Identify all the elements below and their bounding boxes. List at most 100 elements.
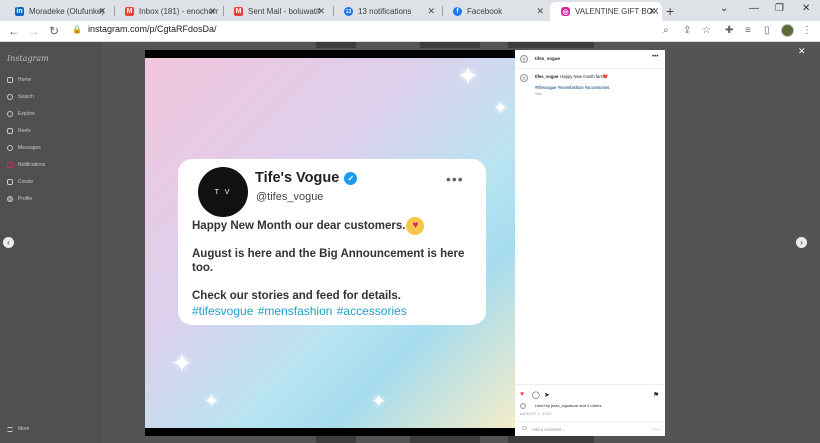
close-tab-icon[interactable]: ✕ bbox=[98, 6, 106, 17]
sparkle-icon: ✦ bbox=[204, 391, 220, 411]
tab-title: Inbox (181) - enochom bbox=[139, 7, 218, 16]
post-image[interactable]: ✦ ✦ ✦ ✦ ✦ T V Tife's Vogue ✓ @tifes_vogue… bbox=[145, 58, 515, 428]
share-icon[interactable]: ⇪ bbox=[683, 25, 691, 36]
browser-tab[interactable]: M Inbox (181) - enochom ✕ bbox=[114, 2, 222, 21]
nav-label: Home bbox=[18, 77, 32, 83]
nav-search[interactable]: Search bbox=[7, 94, 34, 100]
card-name-text: Tife's Vogue bbox=[255, 170, 340, 186]
author-username[interactable]: tifes_vogue bbox=[535, 56, 560, 61]
sparkle-icon: ✦ bbox=[457, 61, 479, 91]
media-icon[interactable]: ≡ bbox=[745, 25, 751, 36]
instagram-logo[interactable]: Instagram bbox=[7, 54, 49, 63]
nav-create[interactable]: Create bbox=[7, 179, 33, 185]
card-display-name: Tife's Vogue ✓ bbox=[255, 170, 358, 186]
post-caption: tifes_vogue Happy New month fam❤️ bbox=[535, 74, 659, 80]
close-tab-icon[interactable]: ✕ bbox=[648, 6, 656, 17]
card-hashtags: #tifesvogue #mensfashion #accessories bbox=[192, 304, 407, 318]
browser-tab-active[interactable]: ◎ VALENTINE GIFT BOX ✕ bbox=[550, 2, 662, 21]
card-handle: @tifes_vogue bbox=[256, 191, 324, 203]
background-thumbnail bbox=[508, 436, 594, 443]
comment-input[interactable]: Add a comment… bbox=[532, 427, 566, 432]
caption-time: 19w bbox=[535, 92, 542, 96]
browser-tab[interactable]: in Moradeke (Olufunke) ✕ bbox=[4, 2, 112, 21]
browser-tab-bar: in Moradeke (Olufunke) ✕ M Inbox (181) -… bbox=[0, 0, 820, 21]
post-comment-button[interactable]: Post bbox=[652, 427, 660, 432]
author-avatar[interactable]: T bbox=[520, 55, 528, 63]
explore-icon bbox=[7, 111, 13, 117]
sparkle-icon: ✦ bbox=[493, 98, 509, 118]
hamburger-icon bbox=[7, 426, 13, 432]
close-tab-icon[interactable]: ✕ bbox=[536, 6, 544, 17]
nav-more[interactable]: More bbox=[7, 426, 29, 432]
kissing-face-emoji-icon: ♥ bbox=[406, 217, 425, 235]
nav-label: Explore bbox=[18, 111, 35, 117]
caption-username[interactable]: tifes_vogue bbox=[535, 74, 558, 79]
menu-kebab-icon[interactable]: ⋮ bbox=[802, 25, 812, 36]
card-line-text: Happy New Month our dear customers. bbox=[192, 220, 406, 233]
reload-icon[interactable]: ↻ bbox=[49, 24, 59, 38]
heart-icon bbox=[7, 162, 13, 168]
nav-label: Notifications bbox=[18, 162, 46, 168]
nav-label: Profile bbox=[18, 196, 33, 202]
profile-avatar[interactable] bbox=[781, 24, 794, 37]
author-avatar[interactable]: T bbox=[520, 74, 528, 82]
background-thumbnail bbox=[420, 42, 480, 48]
gmail-icon: M bbox=[234, 7, 243, 16]
profile-avatar-icon bbox=[7, 196, 13, 202]
nav-label: Search bbox=[18, 94, 34, 100]
url-field[interactable]: 🔒 instagram.com/p/CgtaRFdosDa/ bbox=[72, 24, 217, 34]
browser-tab[interactable]: f Facebook ✕ bbox=[442, 2, 550, 21]
home-icon bbox=[7, 77, 13, 83]
verified-badge-icon: ✓ bbox=[344, 171, 358, 185]
post-modal: ✦ ✦ ✦ ✦ ✦ T V Tife's Vogue ✓ @tifes_vogue… bbox=[145, 50, 665, 436]
nav-home[interactable]: Home bbox=[7, 77, 31, 83]
next-post-arrow-icon[interactable]: › bbox=[796, 237, 807, 248]
lock-icon: 🔒 bbox=[72, 25, 82, 34]
facebook-icon: f bbox=[453, 7, 462, 16]
close-tab-icon[interactable]: ✕ bbox=[208, 6, 216, 17]
save-bookmark-icon[interactable]: ⚑ bbox=[653, 391, 659, 399]
tab-title: Facebook bbox=[467, 7, 503, 16]
nav-profile[interactable]: Profile bbox=[7, 196, 32, 202]
emoji-icon[interactable]: ☺ bbox=[521, 425, 528, 432]
caption-hashtags[interactable]: #tifesvogue #mensfashion #accessories bbox=[535, 85, 609, 90]
close-tab-icon[interactable]: ✕ bbox=[427, 6, 435, 17]
post-actions: ♥ ◯ ➤ ⚑ bbox=[515, 384, 665, 402]
zoom-icon[interactable]: ⌕ bbox=[663, 25, 669, 36]
tab-title: Sent Mail - boluwatif bbox=[248, 7, 321, 16]
post-header: T tifes_vogue ••• bbox=[515, 50, 665, 69]
close-tab-icon[interactable]: ✕ bbox=[317, 6, 325, 17]
create-icon bbox=[7, 179, 13, 185]
caption-text: Happy New month fam❤️ bbox=[560, 74, 609, 79]
linkedin-icon: in bbox=[15, 7, 24, 16]
nav-label: More bbox=[18, 426, 30, 432]
nav-messages[interactable]: Messages bbox=[7, 145, 41, 151]
bookmark-star-icon[interactable]: ☆ bbox=[702, 25, 711, 36]
more-options-icon: ••• bbox=[446, 171, 464, 187]
browser-tab[interactable]: 13 13 notifications ✕ bbox=[333, 2, 441, 21]
extensions-icon[interactable]: ✚ bbox=[725, 25, 733, 36]
nav-notifications[interactable]: Notifications bbox=[7, 162, 45, 168]
forward-icon[interactable]: → bbox=[28, 24, 40, 38]
like-heart-icon[interactable]: ♥ bbox=[520, 391, 524, 398]
side-panel-icon[interactable]: ▯ bbox=[764, 25, 770, 36]
background-thumbnail bbox=[508, 42, 594, 48]
close-modal-icon[interactable]: ✕ bbox=[798, 46, 806, 57]
messenger-icon bbox=[7, 145, 13, 151]
share-icon[interactable]: ➤ bbox=[544, 391, 550, 399]
minimize-icon[interactable]: — bbox=[749, 3, 759, 14]
likes-summary[interactable]: Liked by jmax_signature and 4 others bbox=[535, 403, 601, 408]
instagram-icon: ◎ bbox=[561, 7, 570, 16]
previous-post-arrow-icon[interactable]: ‹ bbox=[3, 237, 14, 248]
new-tab-icon[interactable]: + bbox=[666, 3, 674, 19]
card-text-line: Happy New Month our dear customers. ♥ bbox=[192, 217, 477, 235]
tab-search-chevron-icon[interactable]: ⌄ bbox=[720, 3, 728, 14]
close-window-icon[interactable]: ✕ bbox=[802, 3, 810, 14]
back-icon[interactable]: ← bbox=[8, 24, 20, 38]
nav-reels[interactable]: Reels bbox=[7, 128, 31, 134]
nav-explore[interactable]: Explore bbox=[7, 111, 35, 117]
comment-icon[interactable]: ◯ bbox=[532, 391, 540, 399]
more-options-icon[interactable]: ••• bbox=[652, 54, 658, 60]
browser-tab[interactable]: M Sent Mail - boluwatif ✕ bbox=[223, 2, 331, 21]
restore-icon[interactable]: ❐ bbox=[775, 3, 784, 14]
